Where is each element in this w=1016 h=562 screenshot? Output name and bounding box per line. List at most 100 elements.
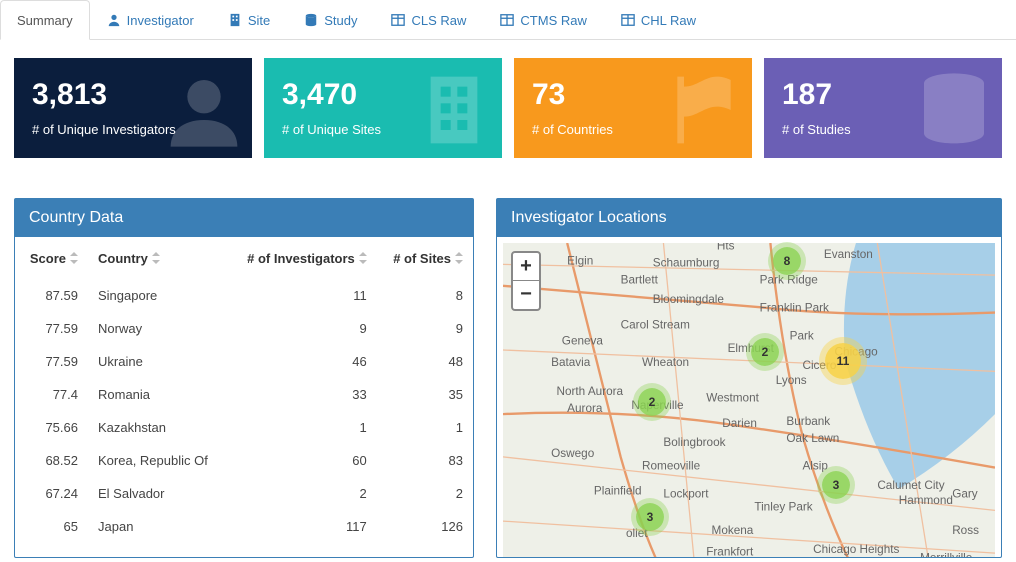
building-icon	[228, 13, 242, 27]
map-label: Burbank	[786, 415, 830, 428]
cell-inv: 33	[227, 378, 377, 411]
sort-icon	[359, 252, 367, 267]
tab-label: Summary	[17, 13, 73, 28]
cell-country: Singapore	[88, 279, 227, 312]
map-cluster[interactable]: 3	[636, 503, 664, 531]
tab-ctms-raw[interactable]: CTMS Raw	[483, 0, 603, 39]
map-label: Mokena	[712, 524, 754, 537]
cell-inv: 11	[227, 279, 377, 312]
panels-row: Country Data Score Country # of Investig…	[0, 176, 1016, 558]
sort-icon	[70, 252, 78, 267]
sort-icon	[152, 252, 160, 267]
table-row[interactable]: 77.59Ukraine4648	[15, 345, 473, 378]
map-label: Plainfield	[594, 484, 642, 497]
map-label: Geneva	[562, 335, 604, 348]
map-label: Wheaton	[642, 356, 689, 369]
map-label: Lockport	[663, 488, 709, 501]
cell-score: 65	[15, 510, 88, 543]
stats-row: 3,813 # of Unique Investigators 3,470 # …	[0, 40, 1016, 176]
cell-inv: 1	[227, 411, 377, 444]
zoom-in-button[interactable]: +	[513, 253, 539, 281]
map-label: Hammond	[899, 494, 953, 507]
cell-sites: 83	[377, 444, 473, 477]
col-sites[interactable]: # of Sites	[377, 237, 473, 279]
table-row[interactable]: 75.66Kazakhstan11	[15, 411, 473, 444]
cell-inv: 9	[227, 312, 377, 345]
col-country[interactable]: Country	[88, 237, 227, 279]
map-label: Aurora	[567, 402, 603, 415]
map[interactable]: Elgin Schaumburg Hts Evanston Bartlett Park R…	[497, 237, 1001, 557]
table-row[interactable]: 65Japan117126	[15, 510, 473, 543]
map-label: Romeoville	[642, 460, 701, 473]
map-zoom: + −	[511, 251, 541, 311]
map-label: Bolingbrook	[663, 436, 725, 449]
country-table: Score Country # of Investigators # of Si…	[15, 237, 473, 543]
map-label: Hts	[717, 243, 735, 252]
map-cluster[interactable]: 11	[825, 343, 861, 379]
cell-score: 77.59	[15, 312, 88, 345]
database-icon	[914, 70, 994, 155]
table-row[interactable]: 68.52Korea, Republic Of6083	[15, 444, 473, 477]
map-label: Evanston	[824, 248, 873, 261]
map-label: Tinley Park	[754, 500, 812, 513]
tab-summary[interactable]: Summary	[0, 0, 90, 40]
stat-investigators[interactable]: 3,813 # of Unique Investigators	[14, 58, 252, 158]
table-row[interactable]: 77.4Romania3335	[15, 378, 473, 411]
map-label: Batavia	[551, 356, 591, 369]
map-cluster[interactable]: 8	[773, 247, 801, 275]
map-label: Westmont	[706, 391, 759, 404]
map-label: Bartlett	[621, 274, 659, 287]
stat-sites[interactable]: 3,470 # of Unique Sites	[264, 58, 502, 158]
tab-study[interactable]: Study	[287, 0, 374, 39]
tab-label: CLS Raw	[411, 13, 466, 28]
map-label: Elgin	[567, 254, 593, 267]
table-row[interactable]: 67.24El Salvador22	[15, 477, 473, 510]
investigator-locations-panel: Investigator Locations Elgin Schaumburg Ht…	[496, 198, 1002, 558]
user-icon	[107, 13, 121, 27]
table-row[interactable]: 87.59Singapore118	[15, 279, 473, 312]
cell-sites: 35	[377, 378, 473, 411]
cell-sites: 2	[377, 477, 473, 510]
building-icon	[414, 70, 494, 155]
country-data-panel: Country Data Score Country # of Investig…	[14, 198, 474, 558]
map-cluster[interactable]: 2	[751, 338, 779, 366]
tab-investigator[interactable]: Investigator	[90, 0, 211, 39]
tab-cls-raw[interactable]: CLS Raw	[374, 0, 483, 39]
map-label: Park Ridge	[760, 274, 819, 287]
cell-score: 67.24	[15, 477, 88, 510]
panel-title: Investigator Locations	[497, 199, 1001, 237]
map-label: Darien	[722, 417, 757, 430]
cell-score: 68.52	[15, 444, 88, 477]
map-tiles: Elgin Schaumburg Hts Evanston Bartlett Park R…	[503, 243, 995, 557]
tab-label: Study	[324, 13, 357, 28]
map-label: Carol Stream	[621, 319, 690, 332]
table-icon	[621, 13, 635, 27]
cell-sites: 9	[377, 312, 473, 345]
database-icon	[304, 13, 318, 27]
sort-icon	[455, 252, 463, 267]
cell-country: Norway	[88, 312, 227, 345]
map-cluster[interactable]: 2	[638, 388, 666, 416]
stat-countries[interactable]: 73 # of Countries	[514, 58, 752, 158]
map-label: Ross	[952, 524, 979, 537]
map-label: Schaumburg	[653, 257, 720, 270]
map-label: Park	[790, 329, 814, 342]
tabs-bar: Summary Investigator Site Study CLS Raw …	[0, 0, 1016, 40]
tab-label: CTMS Raw	[520, 13, 586, 28]
cell-inv: 60	[227, 444, 377, 477]
cell-sites: 1	[377, 411, 473, 444]
cell-sites: 48	[377, 345, 473, 378]
map-label: Lyons	[776, 374, 807, 387]
panel-title: Country Data	[15, 199, 473, 237]
zoom-out-button[interactable]: −	[513, 281, 539, 309]
col-score[interactable]: Score	[15, 237, 88, 279]
tab-site[interactable]: Site	[211, 0, 287, 39]
cell-inv: 2	[227, 477, 377, 510]
stat-studies[interactable]: 187 # of Studies	[764, 58, 1002, 158]
cell-score: 75.66	[15, 411, 88, 444]
col-investigators[interactable]: # of Investigators	[227, 237, 377, 279]
tab-label: Site	[248, 13, 270, 28]
table-row[interactable]: 77.59Norway99	[15, 312, 473, 345]
tab-chl-raw[interactable]: CHL Raw	[604, 0, 713, 39]
map-cluster[interactable]: 3	[822, 471, 850, 499]
